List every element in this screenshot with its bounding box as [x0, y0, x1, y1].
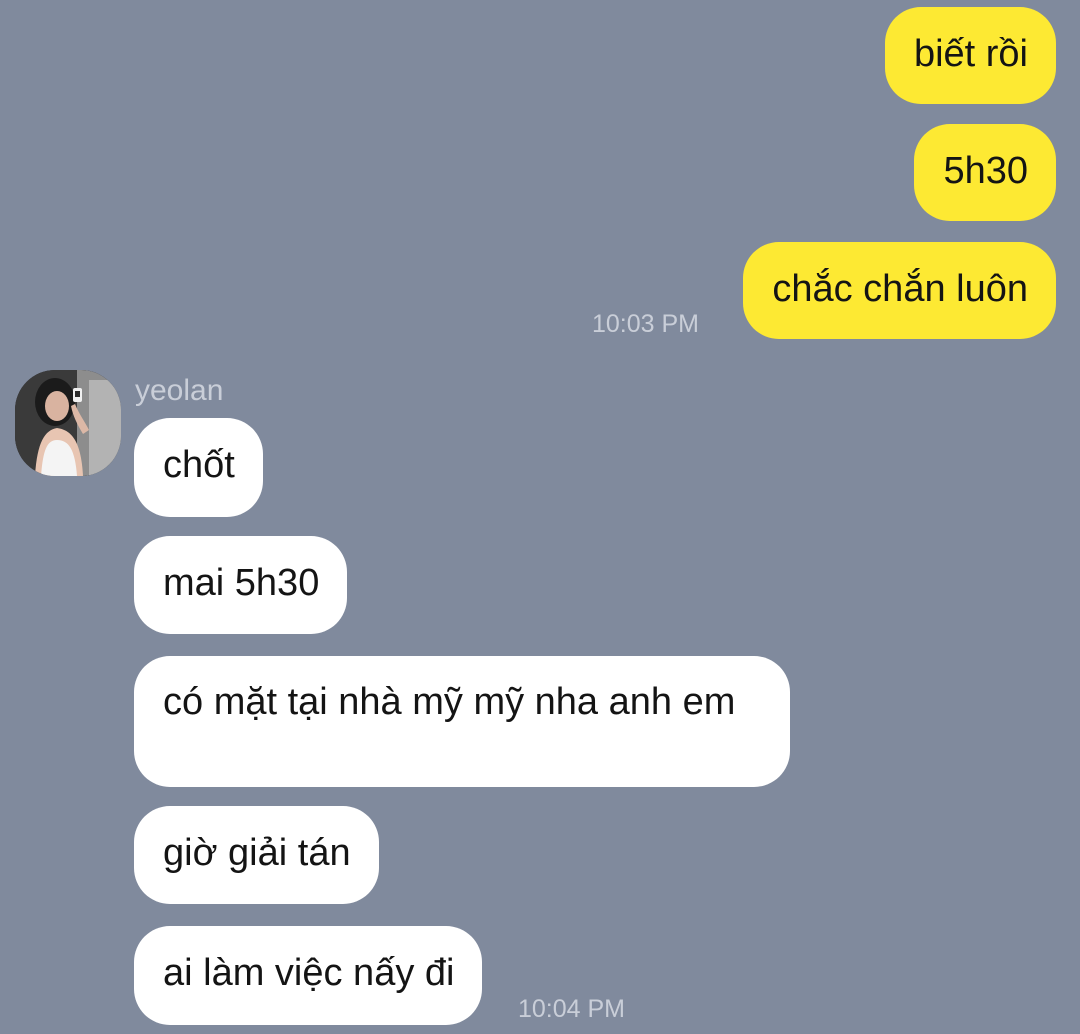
- sender-avatar[interactable]: [15, 370, 121, 476]
- outgoing-message[interactable]: 5h30: [914, 124, 1056, 221]
- incoming-message[interactable]: chốt: [134, 418, 263, 517]
- message-timestamp: 10:03 PM: [592, 310, 700, 338]
- chat-view: biết rồi 5h30 chắc chắn luôn 10:03 PM ye…: [0, 0, 1080, 1034]
- incoming-message[interactable]: có mặt tại nhà mỹ mỹ nha anh em: [134, 656, 790, 787]
- sender-name: yeolan: [135, 374, 224, 407]
- user-photo-avatar-icon: [15, 370, 121, 476]
- outgoing-message[interactable]: biết rồi: [884, 7, 1056, 104]
- incoming-message[interactable]: mai 5h30: [134, 536, 348, 634]
- incoming-message[interactable]: giờ giải tán: [134, 806, 379, 904]
- outgoing-message[interactable]: chắc chắn luôn: [743, 242, 1056, 339]
- incoming-message[interactable]: ai làm việc nấy đi: [134, 926, 483, 1025]
- message-timestamp: 10:04 PM: [518, 995, 626, 1023]
